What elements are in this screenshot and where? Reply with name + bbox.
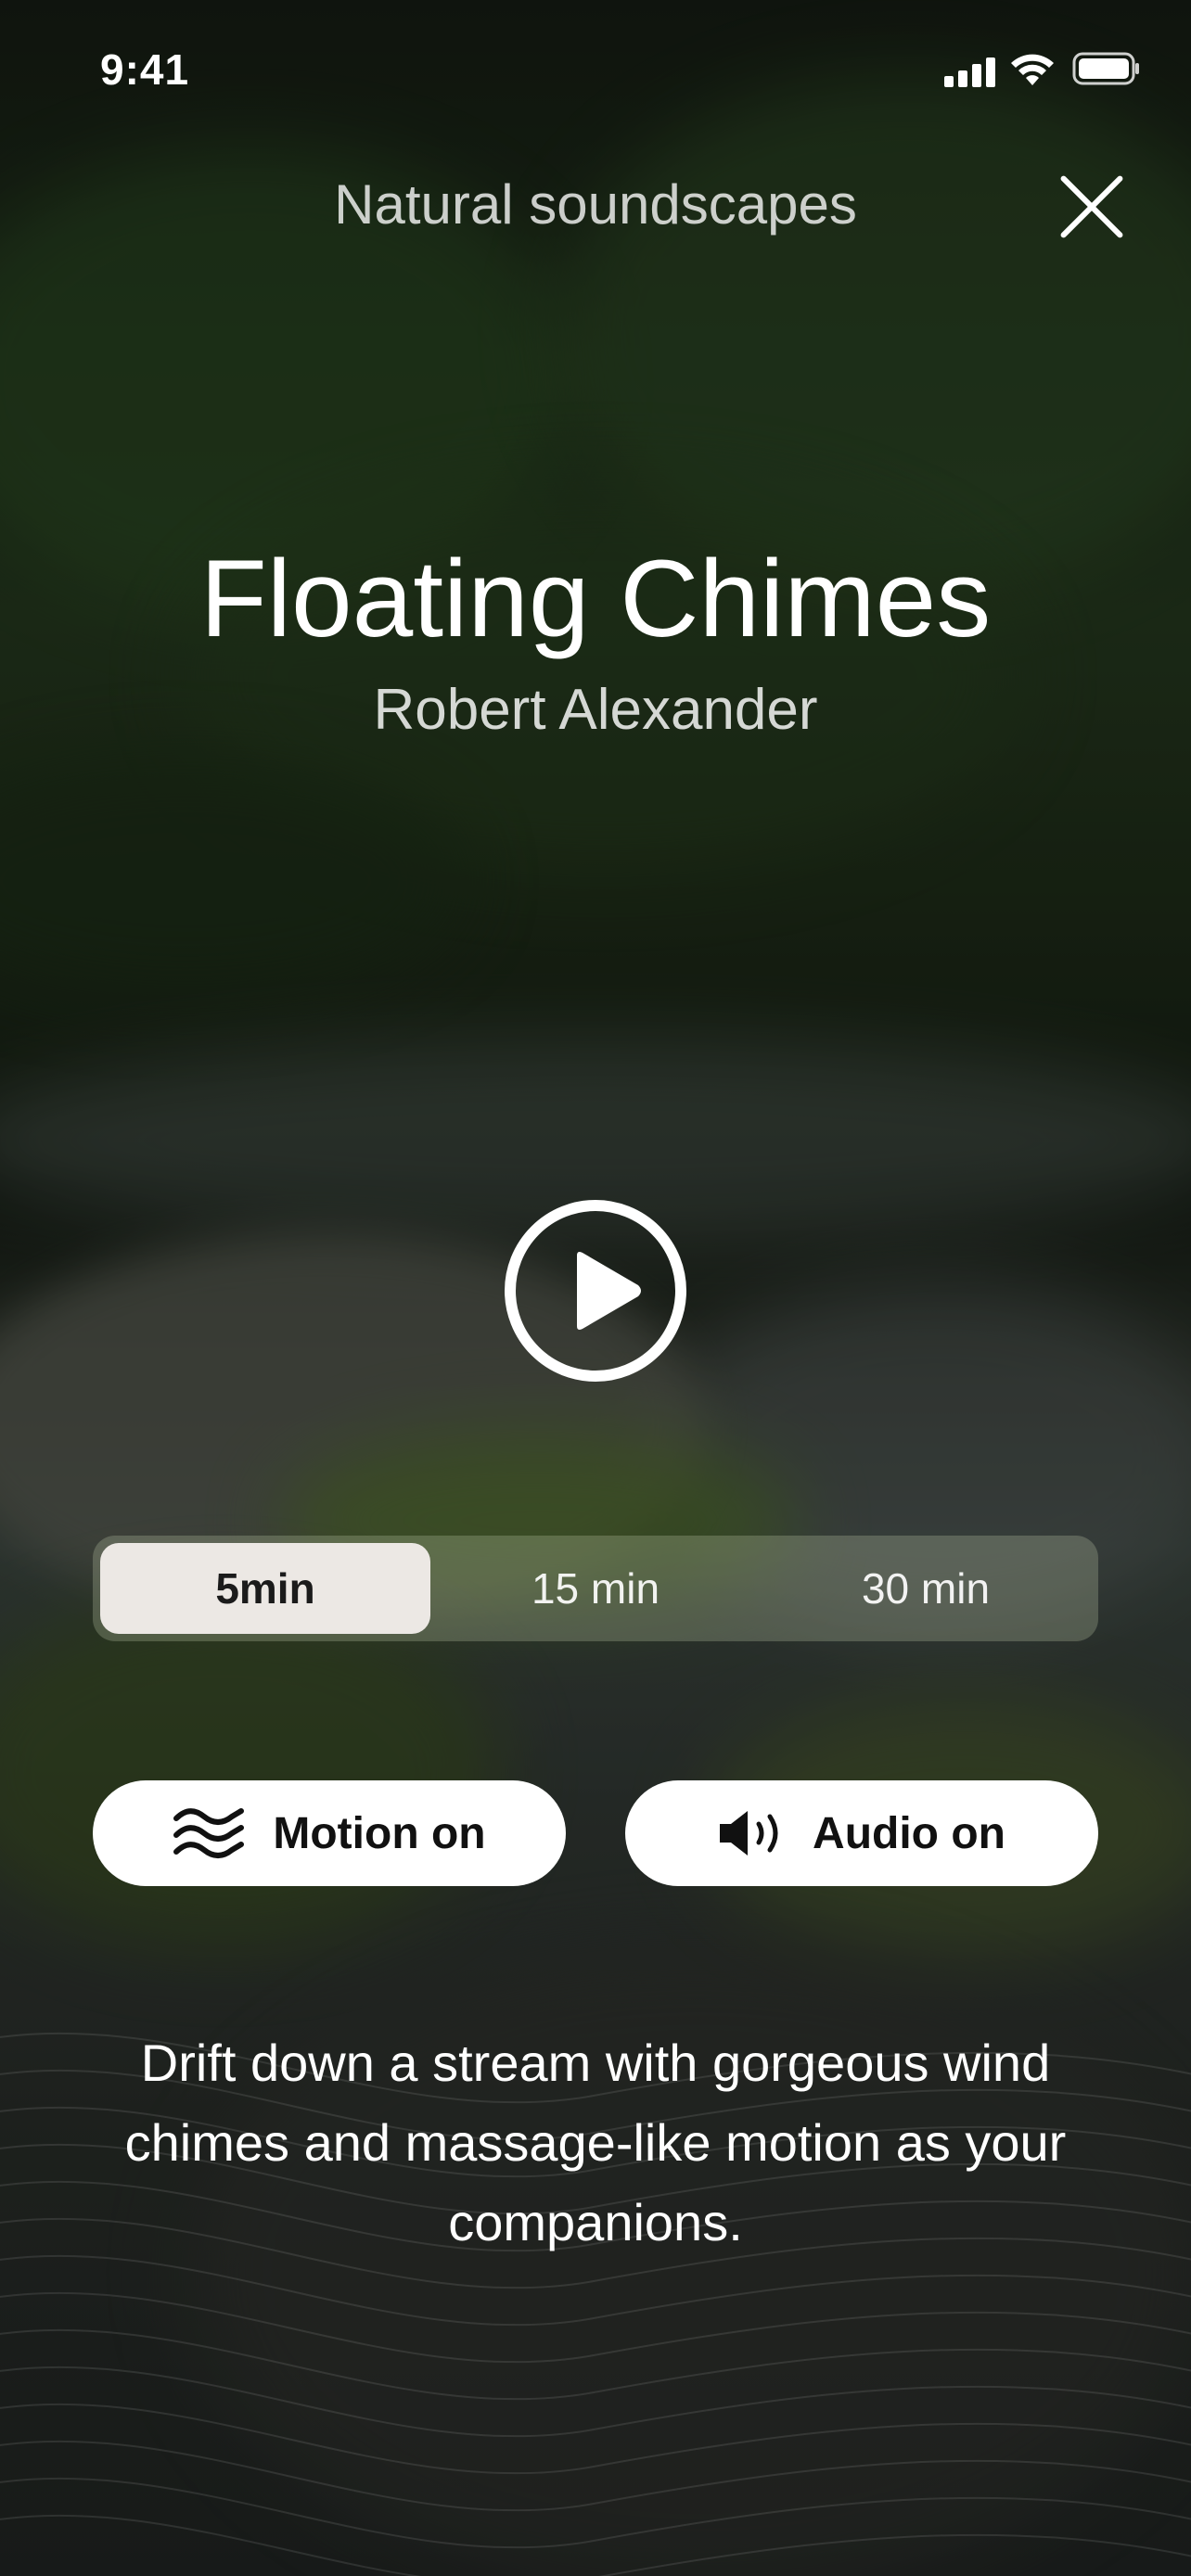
waves-icon	[173, 1808, 245, 1858]
close-icon[interactable]	[1057, 172, 1126, 241]
status-bar: 9:41	[0, 0, 1191, 139]
play-button[interactable]	[505, 1200, 686, 1382]
audio-toggle-button[interactable]: Audio on	[625, 1780, 1098, 1886]
cellular-signal-icon	[944, 56, 996, 87]
audio-toggle-label: Audio on	[813, 1808, 1005, 1858]
motion-toggle-button[interactable]: Motion on	[93, 1780, 566, 1886]
status-time: 9:41	[100, 45, 190, 94]
duration-option-30min[interactable]: 30 min	[761, 1543, 1091, 1634]
duration-option-15min[interactable]: 15 min	[430, 1543, 761, 1634]
wifi-icon	[1011, 54, 1054, 85]
track-artist: Robert Alexander	[373, 678, 818, 742]
motion-toggle-label: Motion on	[273, 1808, 486, 1858]
battery-icon	[1072, 52, 1139, 85]
duration-option-5min[interactable]: 5min	[100, 1543, 430, 1634]
speaker-icon	[720, 1811, 778, 1855]
decorative-waves	[0, 2032, 1191, 2576]
duration-selector: 5min 15 min 30 min	[93, 1536, 1098, 1641]
play-icon	[577, 1252, 641, 1330]
track-title: Floating Chimes	[199, 538, 992, 660]
category-label: Natural soundscapes	[334, 173, 857, 236]
